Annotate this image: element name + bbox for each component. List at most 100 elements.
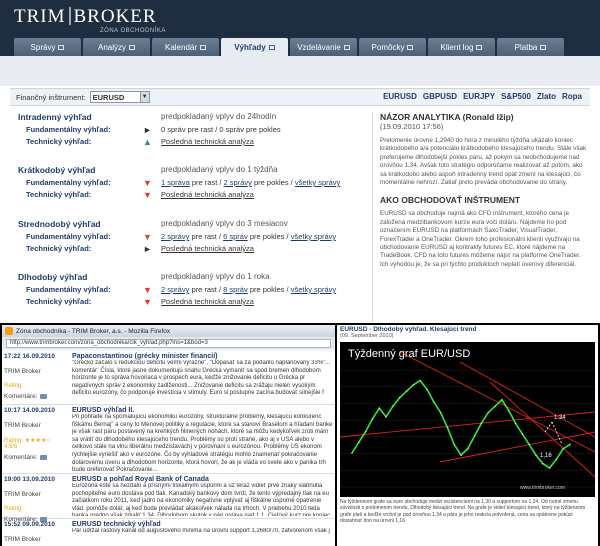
arrow-down-icon: ▼: [143, 297, 152, 307]
news-text: Eurozóna ešte sa nezdalo a prísnymi fišk…: [72, 483, 330, 516]
instrument-link[interactable]: EURUSD: [383, 92, 417, 101]
price-point: [378, 407, 381, 410]
window-icon: [129, 44, 135, 50]
price-point: [392, 405, 394, 407]
price-point: [460, 454, 462, 456]
news-title[interactable]: EURUSD výhľad II.: [72, 407, 334, 414]
nav-tab[interactable]: Klient log: [428, 38, 495, 56]
nav-tab[interactable]: Správy: [14, 38, 81, 56]
analyst-opinion-title: NÁZOR ANALYTIKA (Ronald Ižip): [380, 112, 514, 122]
comments[interactable]: Komentáre:: [4, 454, 66, 461]
outlook-block: Dlhodobý výhľad predpokladaný vplyv do 1 …: [18, 272, 363, 309]
price-point: [480, 422, 483, 424]
browser-title: Zóna obchodníka - TRIM Broker, a.s. - Mo…: [16, 327, 171, 335]
window-icon: [343, 44, 350, 50]
nav-tab-label: Kalendár: [164, 42, 198, 52]
separator-text: pre pokles /: [247, 285, 291, 294]
fundamental-row: Fundamentálny výhľad: ▼ 2 správy pre rast …: [18, 232, 363, 244]
arrow-right-icon: ►: [143, 125, 152, 135]
news-title[interactable]: EURUSD a pohľad Royal Bank of Canada: [72, 476, 334, 483]
news-count-link[interactable]: 2 správy: [224, 178, 252, 187]
price-point: [412, 384, 415, 386]
dropdown-arrow-icon[interactable]: ▼: [139, 92, 149, 102]
news-title[interactable]: EURUSD technický výhľad: [72, 521, 334, 528]
technical-analysis-link[interactable]: Posledná technická analýza: [161, 244, 254, 253]
price-point: [528, 443, 530, 446]
outlook-title: Dlhodobý výhľad: [18, 272, 88, 282]
browser-toolbar: http://www.trimbroker.com/zona_obchodnik…: [2, 337, 335, 349]
nav-tab-label: Klient log: [440, 42, 474, 52]
price-point: [371, 418, 374, 420]
news-title[interactable]: Papaconstantinou (grécky minister financ…: [72, 353, 334, 360]
outlook-impact-note: predpokladaný vplyv do 1 roka: [161, 272, 270, 281]
news-author: TRIM Broker: [4, 422, 41, 429]
price-point: [405, 390, 408, 393]
eurusd-weekly-chart: Týždenný graf EUR/USD 1,34 1,16 www.trim…: [340, 342, 595, 497]
comment-icon[interactable]: [39, 455, 47, 460]
nav-tab[interactable]: Vzdelávanie: [290, 38, 357, 56]
price-point: [351, 452, 353, 454]
trim-broker-logo[interactable]: TRIM BROKER ZÓNA OBCHODNÍKA: [14, 6, 165, 34]
chart-document-date: (09. September 2010): [340, 333, 394, 339]
technical-analysis-link[interactable]: Posledná technická analýza: [161, 137, 254, 146]
separator-text: pre pokles /: [247, 232, 291, 241]
news-count-link[interactable]: 1 správa: [161, 178, 190, 187]
arrow-down-icon: ▼: [143, 190, 152, 200]
news-count-link[interactable]: všetky správy: [291, 285, 336, 294]
instrument-label: Finančný inštrument:: [16, 92, 86, 102]
news-content: EURUSD technický výhľad Pár udržal rastov…: [72, 521, 334, 546]
news-count-link[interactable]: 6 správ: [223, 232, 248, 241]
price-point: [569, 443, 571, 446]
news-count-link[interactable]: všetky správy: [291, 232, 336, 241]
technical-row: Technický výhľad: ▲ Posledná technická ana…: [18, 137, 363, 149]
analyst-opinion-panel: NÁZOR ANALYTIKA (Ronald Ižip) (19.09.201…: [380, 112, 590, 269]
technical-label: Technický výhľad:: [26, 137, 92, 146]
price-point: [467, 447, 469, 450]
instrument-link[interactable]: Ropa: [562, 92, 582, 101]
nav-tab-label: Pomôcky: [371, 42, 405, 52]
technical-analysis-link[interactable]: Posledná technická analýza: [161, 190, 254, 199]
news-content: EURUSD a pohľad Royal Bank of Canada Euro…: [72, 476, 334, 516]
logo-text-right: BROKER: [73, 6, 157, 27]
instrument-select[interactable]: EURUSD ▼: [89, 91, 150, 103]
instrument-link[interactable]: EURJPY: [463, 92, 495, 101]
nav-tab[interactable]: Platba: [497, 38, 564, 56]
nav-tab[interactable]: Pomôcky: [359, 38, 426, 56]
price-point: [398, 396, 401, 399]
news-count-link[interactable]: 2 správy: [161, 285, 189, 294]
main-navigation: Správy Analýzy Kalendár Výhľady Vzdelávanie P…: [0, 36, 600, 56]
fundamental-label: Fundamentálny výhľad:: [26, 178, 111, 187]
instrument-link[interactable]: Zlato: [537, 92, 556, 101]
price-point: [507, 409, 510, 412]
comment-icon[interactable]: [39, 394, 47, 399]
price-point: [358, 441, 360, 444]
logo-divider: [68, 7, 71, 25]
news-count-link[interactable]: všetky správy: [295, 178, 340, 187]
price-point: [419, 379, 421, 382]
fundamental-label: Fundamentálny výhľad:: [26, 125, 111, 134]
instrument-link[interactable]: S&P500: [501, 92, 531, 101]
technical-analysis-link[interactable]: Posledná technická analýza: [161, 297, 254, 306]
rating-label: Rating:: [4, 383, 24, 389]
url-field[interactable]: http://www.trimbroker.com/zona_obchodnik…: [6, 338, 331, 348]
news-content: Papaconstantinou (grécky minister financ…: [72, 353, 334, 402]
instrument-link[interactable]: GBPUSD: [423, 92, 457, 101]
news-count-link[interactable]: 8 správ: [223, 285, 248, 294]
price-point: [494, 405, 496, 407]
comments[interactable]: Komentáre:: [4, 393, 66, 400]
nav-tab[interactable]: Výhľady: [221, 38, 288, 56]
nav-tab[interactable]: Kalendár: [152, 38, 219, 56]
news-content: EURUSD výhľad II. Pri pohľade na spomaluj…: [72, 407, 334, 471]
news-meta: 10:17 14.09.2010 TRIM Broker Rating: ★★★★☆…: [4, 407, 66, 461]
price-point: [541, 462, 544, 465]
separator-text: pre pokles /: [251, 178, 295, 187]
news-meta: 17:22 16.09.2010 TRIM Broker Rating: Komen…: [4, 353, 66, 400]
price-point: [548, 467, 551, 469]
firefox-window: Zóna obchodníka - TRIM Broker, a.s. - Mo…: [2, 325, 335, 546]
outlook-impact-note: predpokladaný vplyv do 3 mesiacov: [161, 219, 288, 228]
price-point: [501, 398, 503, 401]
news-count-link[interactable]: 2 správy: [161, 232, 189, 241]
nav-tab[interactable]: Analýzy: [83, 38, 150, 56]
analyst-opinion-text: Prelomenie úrovne 1,2940 do hora z minul…: [380, 137, 587, 187]
fundamental-row: Fundamentálny výhľad: ▼ 2 správy pre rast …: [18, 285, 363, 297]
